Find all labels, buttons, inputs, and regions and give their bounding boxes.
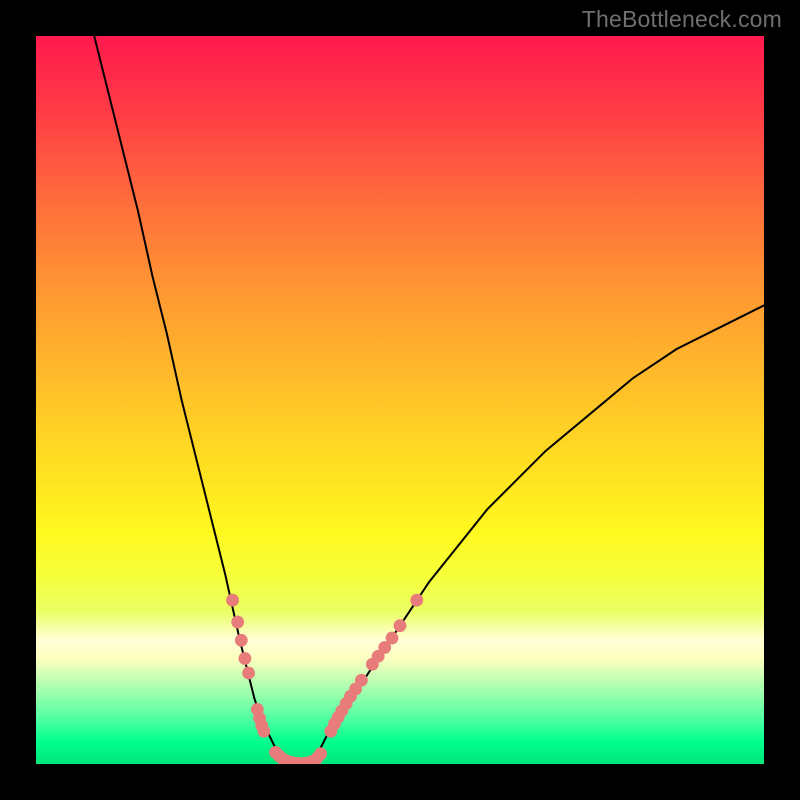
data-marker bbox=[314, 747, 327, 760]
data-marker bbox=[226, 594, 239, 607]
watermark-text: TheBottleneck.com bbox=[582, 6, 782, 33]
bottleneck-curve bbox=[94, 36, 764, 764]
data-marker bbox=[231, 616, 244, 629]
data-marker bbox=[239, 652, 252, 665]
data-marker bbox=[242, 667, 255, 680]
data-marker bbox=[394, 619, 407, 632]
chart-frame: TheBottleneck.com bbox=[0, 0, 800, 800]
data-marker bbox=[257, 725, 270, 738]
plot-area bbox=[36, 36, 764, 764]
data-marker bbox=[235, 634, 248, 647]
data-marker bbox=[355, 674, 368, 687]
data-marker bbox=[386, 632, 399, 645]
curve-path bbox=[94, 36, 764, 764]
data-marker bbox=[410, 594, 423, 607]
chart-overlay bbox=[36, 36, 764, 764]
